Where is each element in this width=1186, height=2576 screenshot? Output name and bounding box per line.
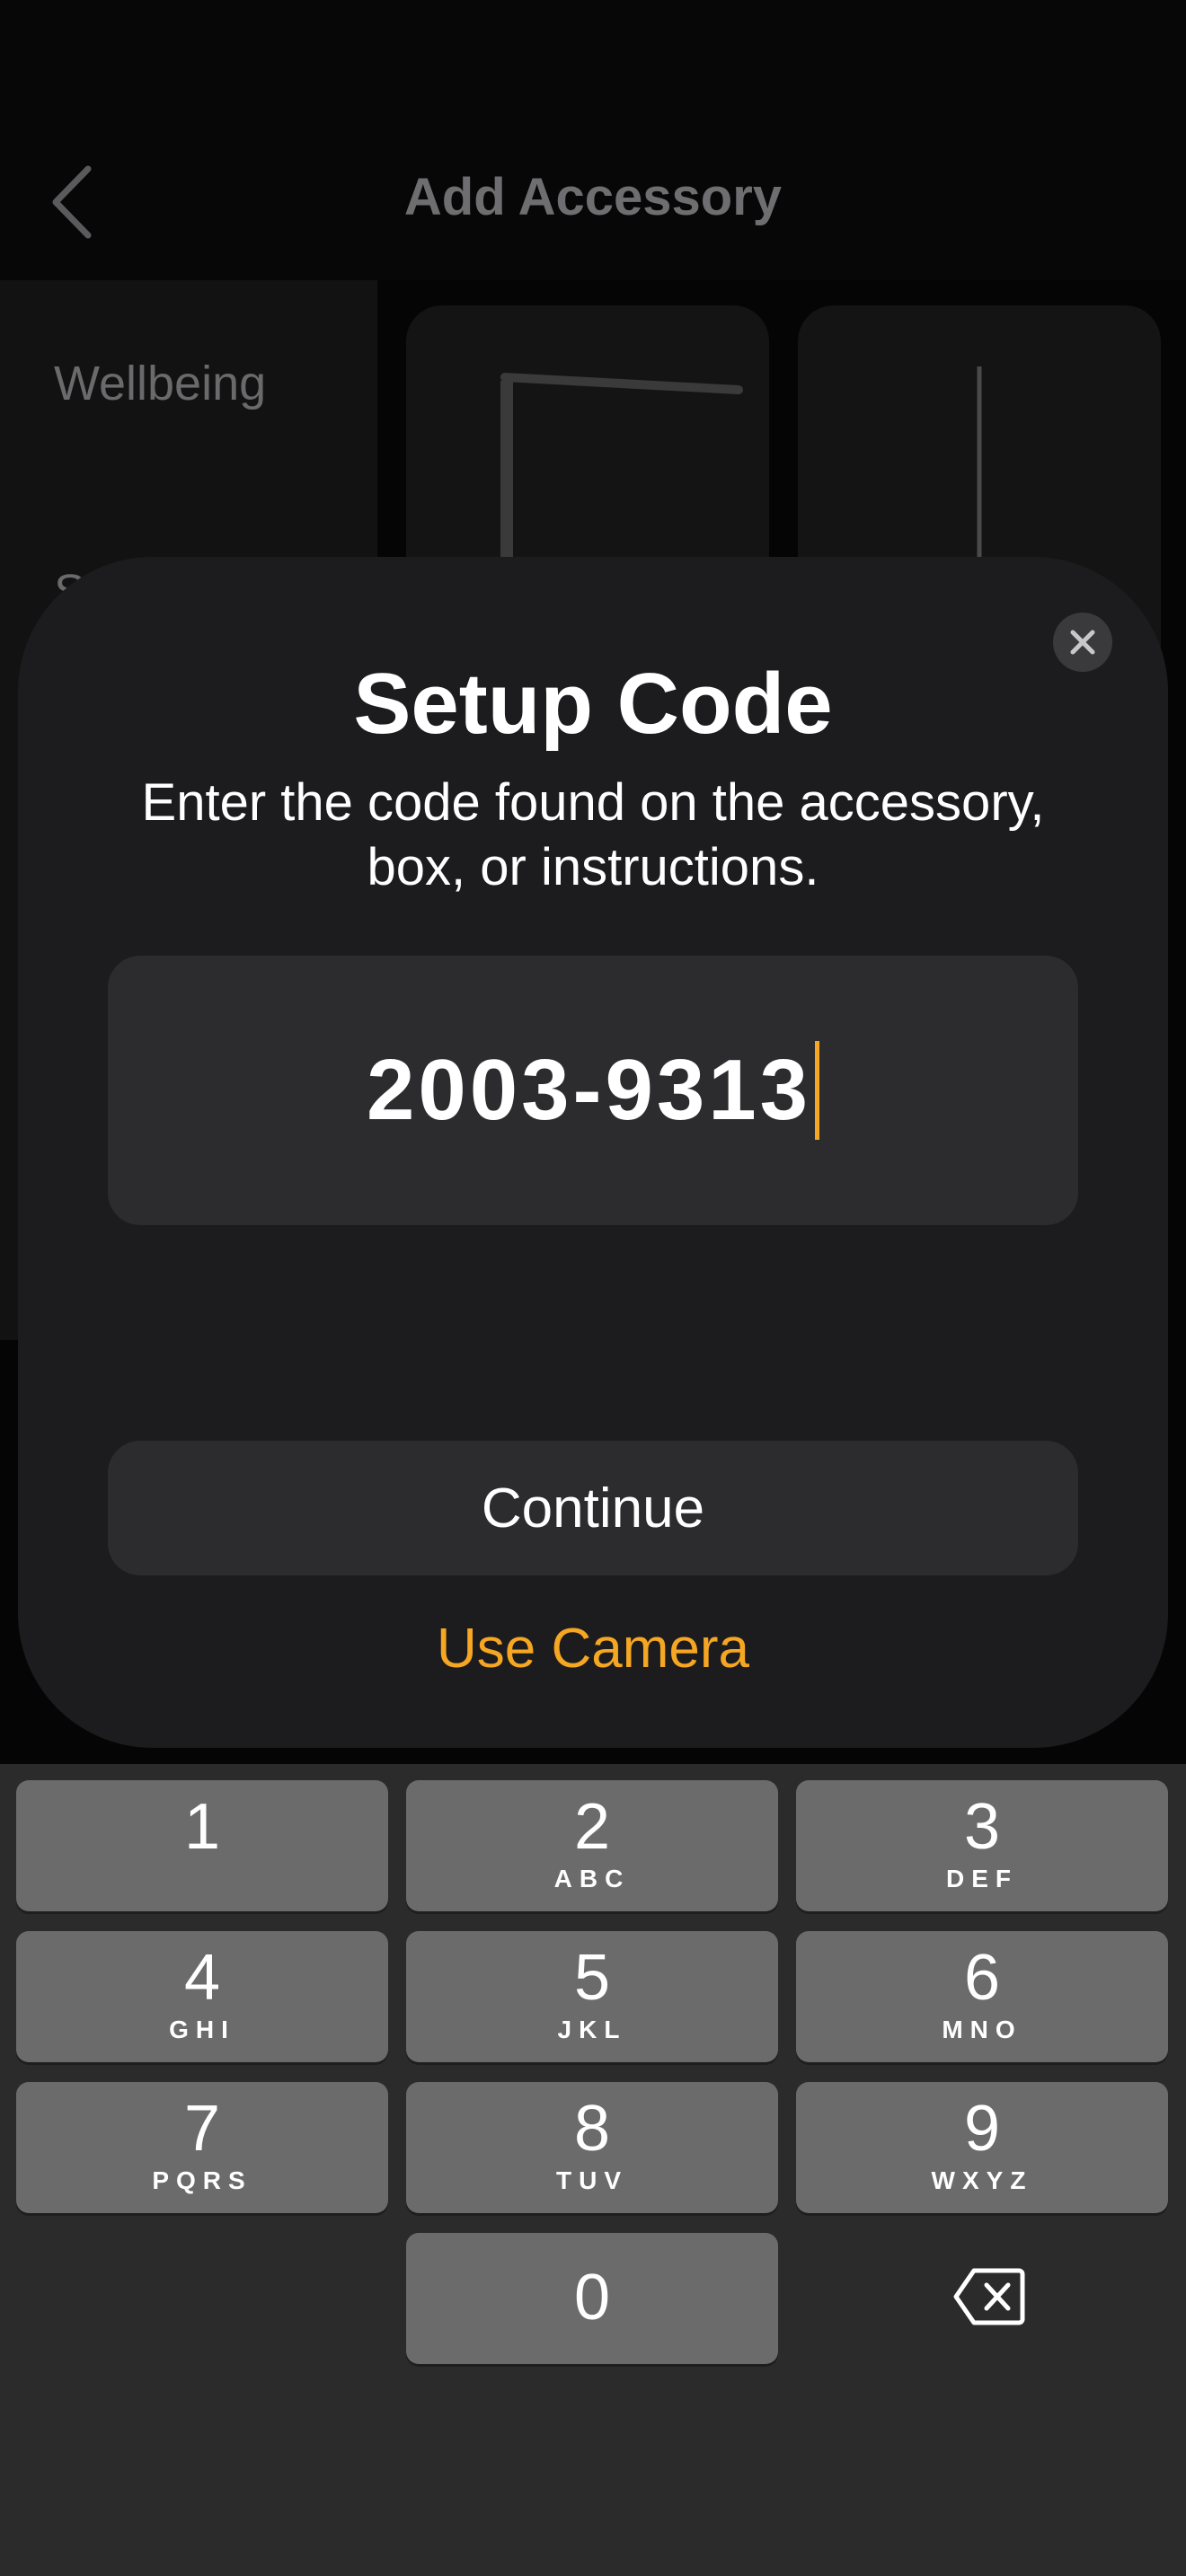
key-letters: MNO xyxy=(942,2016,1022,2043)
screen: Add Accessory Wellbeing S Setup Code Ent… xyxy=(0,0,1186,2576)
key-letters: JKL xyxy=(557,2016,627,2043)
key-3[interactable]: 3 DEF xyxy=(796,1780,1168,1911)
sidebar-item-wellbeing[interactable]: Wellbeing xyxy=(54,356,266,411)
key-1[interactable]: 1 xyxy=(16,1780,388,1911)
key-digit: 6 xyxy=(963,1942,1001,2014)
use-camera-button[interactable]: Use Camera xyxy=(0,1617,1186,1681)
page-title: Add Accessory xyxy=(403,168,783,226)
setup-code-input[interactable]: 2003-9313 xyxy=(108,956,1078,1225)
key-6[interactable]: 6 MNO xyxy=(796,1931,1168,2062)
desk-lamp-image xyxy=(500,373,743,575)
setup-code-value: 2003-9313 xyxy=(366,1042,812,1138)
key-0[interactable]: 0 xyxy=(406,2233,778,2364)
key-digit: 2 xyxy=(573,1791,611,1863)
key-letters: DEF xyxy=(946,1865,1018,1892)
key-digit: 5 xyxy=(573,1942,611,2014)
navigation-bar: Add Accessory xyxy=(0,0,1186,280)
key-digit: 3 xyxy=(963,1791,1001,1863)
sheet-subtitle: Enter the code found on the accessory, b… xyxy=(141,773,1045,896)
key-4[interactable]: 4 GHI xyxy=(16,1931,388,2062)
key-letters: TUV xyxy=(556,2166,628,2194)
sheet-title: Setup Code xyxy=(353,656,833,752)
key-digit: 4 xyxy=(183,1942,221,2014)
key-digit: 1 xyxy=(183,1791,221,1863)
key-8[interactable]: 8 TUV xyxy=(406,2082,778,2213)
backspace-icon[interactable] xyxy=(952,2265,1026,2328)
key-7[interactable]: 7 PQRS xyxy=(16,2082,388,2213)
key-5[interactable]: 5 JKL xyxy=(406,1931,778,2062)
floor-lamp-image xyxy=(977,366,982,575)
key-letters: ABC xyxy=(553,1865,631,1892)
key-letters: WXYZ xyxy=(931,2166,1033,2194)
text-cursor xyxy=(815,1041,820,1140)
key-letters: GHI xyxy=(169,2016,235,2043)
continue-button[interactable]: Continue xyxy=(108,1441,1078,1575)
key-digit: 0 xyxy=(573,2262,611,2333)
key-digit: 9 xyxy=(963,2093,1001,2165)
close-icon xyxy=(1070,630,1095,655)
key-digit: 8 xyxy=(573,2093,611,2165)
key-9[interactable]: 9 WXYZ xyxy=(796,2082,1168,2213)
key-2[interactable]: 2 ABC xyxy=(406,1780,778,1911)
key-digit: 7 xyxy=(183,2093,221,2165)
key-letters: PQRS xyxy=(152,2166,252,2194)
